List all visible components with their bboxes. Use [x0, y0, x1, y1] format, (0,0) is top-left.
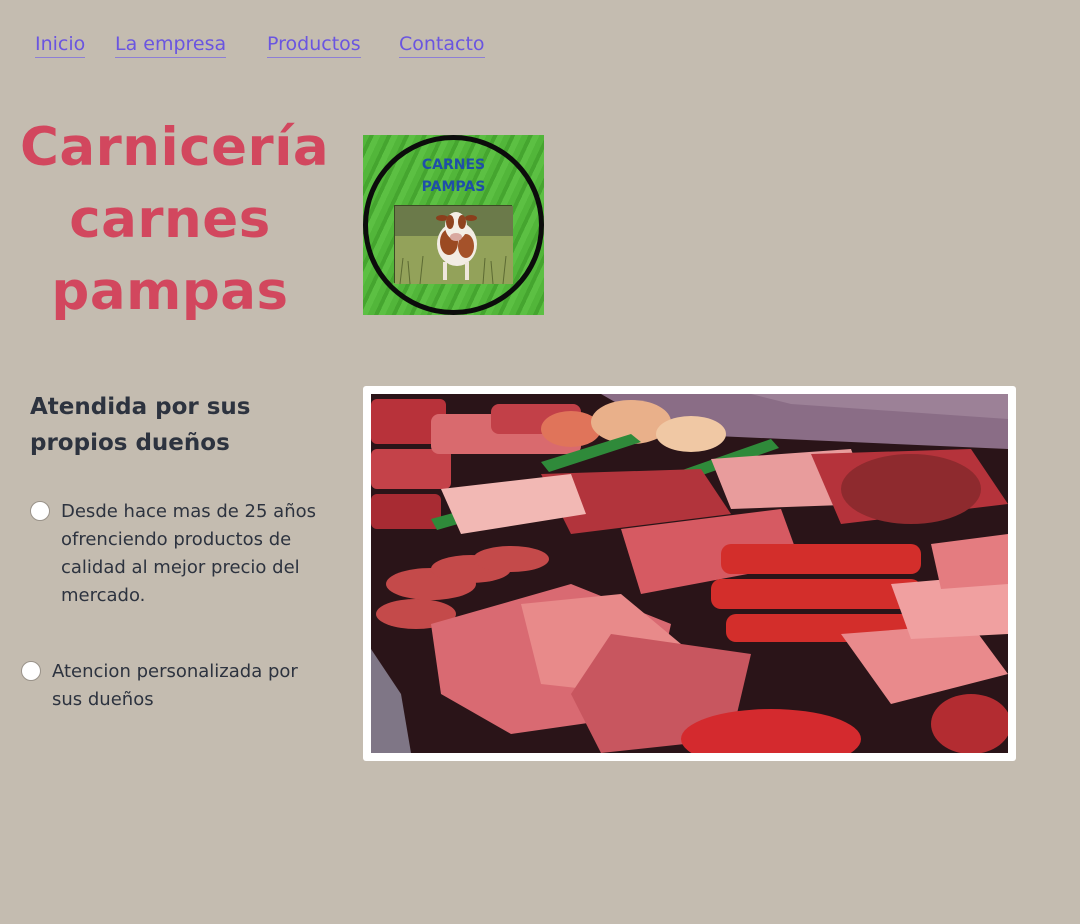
- nav-link-inicio[interactable]: Inicio: [35, 31, 86, 58]
- list-item-text: Desde hace mas de 25 años ofrenciendo pr…: [61, 501, 317, 606]
- list-item: Desde hace mas de 25 años ofrenciendo pr…: [30, 498, 330, 610]
- bullet-circle-icon: [30, 501, 50, 521]
- meat-display-image: [371, 394, 1008, 753]
- logo-text-line-1: CARNES: [421, 157, 486, 173]
- page: Inicio La empresa Productos Contacto Car…: [0, 0, 1080, 924]
- nav-link-productos[interactable]: Productos: [267, 31, 361, 58]
- nav-link-contacto[interactable]: Contacto: [399, 31, 485, 58]
- subtitle: Atendida por sus propios dueños: [30, 394, 251, 456]
- bullet-circle-icon: [21, 661, 41, 681]
- cow-icon: [394, 205, 513, 285]
- list-item-text: Atencion personalizada por sus dueños: [52, 661, 298, 710]
- logo: CARNES PAMPAS: [363, 135, 544, 315]
- list-item: Atencion personalizada por sus dueños: [21, 658, 321, 714]
- nav-link-la-empresa[interactable]: La empresa: [115, 31, 227, 58]
- meat-display-photo: [363, 386, 1016, 761]
- page-title: Carnicería carnes pampas: [20, 112, 329, 328]
- title-line-2: carnes: [69, 189, 271, 250]
- logo-text-line-2: PAMPAS: [421, 179, 486, 195]
- title-line-1: Carnicería: [20, 117, 330, 178]
- title-line-3: pampas: [51, 261, 289, 322]
